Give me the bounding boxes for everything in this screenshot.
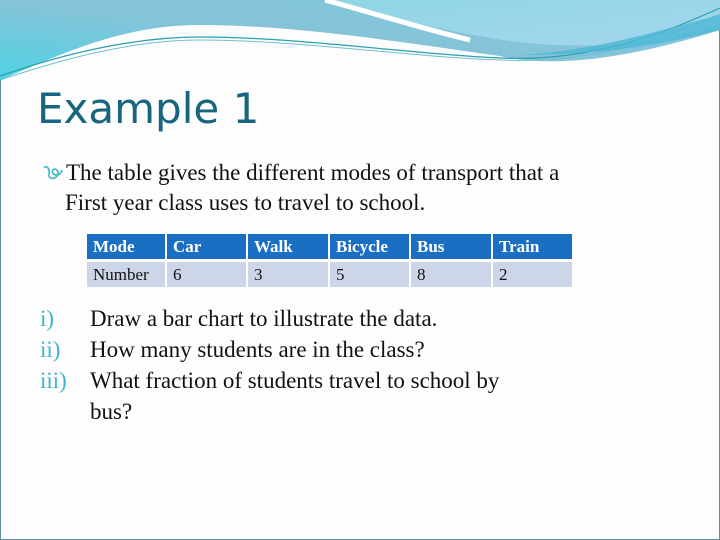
table-header-cell: Walk — [248, 234, 328, 259]
table-cell: 5 — [330, 262, 409, 287]
question-item: ii) How many students are in the class? — [40, 334, 680, 365]
header-wave-decoration — [0, 0, 720, 81]
intro-line-2: First year class uses to travel to schoo… — [65, 190, 426, 215]
question-text: What fraction of students travel to scho… — [90, 368, 500, 393]
transport-table: Mode Car Walk Bicycle Bus Train Number 6… — [85, 231, 574, 290]
table-header-cell: Bus — [411, 234, 491, 259]
question-number: iii) — [40, 368, 67, 393]
table-row: Number 6 3 5 8 2 — [87, 262, 572, 287]
table-header-cell: Mode — [87, 234, 165, 259]
question-item: iii) What fraction of students travel to… — [40, 365, 680, 427]
question-number: i) — [40, 306, 55, 331]
table-cell: 8 — [411, 262, 491, 287]
intro-line-1: The table gives the different modes of t… — [66, 160, 560, 185]
question-text-continued: bus? — [90, 399, 133, 424]
table-cell: 2 — [493, 262, 572, 287]
curl-bullet-icon — [43, 165, 63, 180]
table-header-cell: Bicycle — [330, 234, 409, 259]
question-number: ii) — [40, 337, 61, 362]
table-header-row: Mode Car Walk Bicycle Bus Train — [87, 234, 572, 259]
table-cell: Number — [87, 262, 165, 287]
question-list: i) Draw a bar chart to illustrate the da… — [40, 303, 680, 427]
table-header-cell: Car — [167, 234, 246, 259]
question-text: Draw a bar chart to illustrate the data. — [90, 306, 438, 331]
intro-paragraph: The table gives the different modes of t… — [42, 158, 702, 218]
question-item: i) Draw a bar chart to illustrate the da… — [40, 303, 680, 334]
slide-title: Example 1 — [37, 84, 260, 133]
table-cell: 3 — [248, 262, 328, 287]
question-text: How many students are in the class? — [90, 337, 425, 362]
table-cell: 6 — [167, 262, 246, 287]
table-header-cell: Train — [493, 234, 572, 259]
